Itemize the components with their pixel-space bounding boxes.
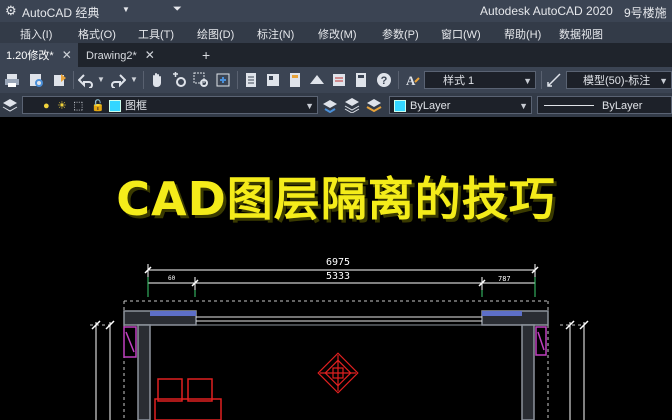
menu-modify[interactable]: 修改(M): [318, 26, 357, 42]
menu-window[interactable]: 窗口(W): [441, 26, 481, 42]
text-style-icon[interactable]: A: [404, 72, 420, 88]
dimension-style-select[interactable]: 模型(50)-标注 ▼: [566, 71, 672, 89]
zoom-window-icon[interactable]: [193, 72, 209, 88]
tool-palettes-icon[interactable]: [287, 72, 303, 88]
dimension-right-text: 787: [498, 275, 511, 283]
chevron-down-icon: ▼: [523, 76, 532, 86]
tab-1-20-modified[interactable]: 1.20修改* ✕: [0, 43, 78, 67]
title-bar: ⚙ AutoCAD 经典 ▼ ⏷ Autodesk AutoCAD 2020 9…: [0, 0, 672, 22]
close-icon[interactable]: ✕: [145, 48, 155, 62]
sun-icon: ☀: [57, 100, 67, 112]
menu-format[interactable]: 格式(O): [78, 26, 116, 42]
walls: [123, 310, 549, 420]
ceiling-ornament: [317, 352, 359, 394]
dimension-overall-text: 6975: [326, 257, 351, 268]
columns: [123, 326, 547, 358]
window-lines: [150, 316, 522, 326]
dimension-inner-text: 5333: [326, 271, 351, 282]
tab-label: 1.20修改*: [6, 50, 54, 62]
dimension-style-icon[interactable]: [546, 72, 562, 88]
new-tab-button[interactable]: +: [196, 43, 216, 67]
chevron-down-icon[interactable]: ▼: [97, 75, 105, 84]
menu-draw[interactable]: 绘图(D): [197, 26, 234, 42]
chevron-down-icon[interactable]: ▼: [130, 75, 138, 84]
linetype-select[interactable]: ByLayer: [537, 96, 672, 114]
chevron-down-icon: ▼: [659, 76, 668, 86]
chevron-down-icon: ▼: [519, 101, 528, 111]
menu-tools[interactable]: 工具(T): [138, 26, 174, 42]
layer-previous-icon[interactable]: [344, 97, 360, 113]
quick-access-dropdown-icon[interactable]: ⏷: [173, 3, 182, 16]
color-select[interactable]: ByLayer ▼: [389, 96, 532, 114]
dimension-left-text: 60: [168, 275, 176, 282]
drawing-canvas[interactable]: CAD图层隔离的技巧 6975 5333 60 787: [0, 117, 672, 420]
lightbulb-icon: ●: [43, 100, 50, 112]
file-title: 9号楼施: [624, 6, 667, 20]
plot-preview-icon[interactable]: [28, 72, 44, 88]
color-value: ByLayer: [410, 100, 451, 112]
pan-hand-icon[interactable]: [149, 72, 165, 88]
toolbar-separator: [398, 71, 399, 89]
tab-drawing2[interactable]: Drawing2* ✕: [80, 43, 161, 67]
tab-label: Drawing2*: [86, 50, 137, 62]
help-icon[interactable]: ?: [376, 72, 392, 88]
properties-icon[interactable]: [243, 72, 259, 88]
make-current-layer-icon[interactable]: [322, 97, 338, 113]
zoom-realtime-icon[interactable]: [171, 72, 187, 88]
menu-help[interactable]: 帮助(H): [504, 26, 541, 42]
print-icon[interactable]: [4, 72, 20, 88]
publish-icon[interactable]: [52, 72, 68, 88]
color-swatch: [394, 100, 406, 112]
menu-bar: 插入(I) 格式(O) 工具(T) 绘图(D) 标注(N) 修改(M) 参数(P…: [0, 22, 672, 43]
text-style-select[interactable]: 样式 1 ▼: [424, 71, 536, 89]
linetype-value: ByLayer: [602, 100, 643, 112]
layers-toolbar: ● ☀ ⬚ 🔓 图框 ▼ ByLayer ▼ ByLayer: [0, 93, 672, 117]
close-icon[interactable]: ✕: [62, 48, 72, 62]
svg-text:A: A: [406, 73, 416, 88]
unlock-icon: 🔓: [91, 100, 105, 112]
standard-toolbar: ▼ ▼ ? A 样式 1 ▼ 模型(50)-标注 ▼: [0, 67, 672, 93]
text-style-value: 样式 1: [443, 75, 475, 87]
floor-plan-drawing: [90, 264, 589, 420]
linetype-sample: [544, 105, 594, 106]
menu-dimension[interactable]: 标注(N): [257, 26, 294, 42]
sheet-set-icon[interactable]: [309, 72, 325, 88]
zoom-previous-icon[interactable]: [215, 72, 231, 88]
markup-set-icon[interactable]: [331, 72, 347, 88]
menu-insert[interactable]: 插入(I): [20, 26, 52, 42]
layer-state-icon[interactable]: [366, 97, 382, 113]
layer-name: 图框: [125, 100, 147, 112]
toolbar-separator: [541, 71, 542, 89]
design-center-icon[interactable]: [265, 72, 281, 88]
undo-icon[interactable]: [78, 72, 94, 88]
redo-icon[interactable]: [110, 72, 126, 88]
document-tab-bar: 1.20修改* ✕ Drawing2* ✕ +: [0, 43, 672, 67]
wall-infill: [150, 311, 522, 316]
furniture-red: [154, 378, 222, 420]
menu-parametric[interactable]: 参数(P): [382, 26, 419, 42]
svg-text:?: ?: [381, 75, 388, 87]
menu-data-view[interactable]: 数据视图: [559, 26, 603, 42]
side-dimensions: [91, 320, 589, 420]
app-title: Autodesk AutoCAD 2020: [480, 4, 613, 18]
viewport-freeze-icon: ⬚: [73, 100, 84, 112]
layer-properties-icon[interactable]: [2, 97, 18, 113]
toolbar-separator: [237, 71, 238, 89]
toolbar-separator: [143, 71, 144, 89]
calculator-icon[interactable]: [353, 72, 369, 88]
workspace-switcher[interactable]: AutoCAD 经典: [22, 4, 99, 21]
chevron-down-icon[interactable]: ▼: [122, 5, 130, 14]
gear-icon[interactable]: ⚙: [5, 3, 17, 19]
layer-select[interactable]: ● ☀ ⬚ 🔓 图框 ▼: [22, 96, 318, 114]
toolbar-separator: [73, 71, 74, 89]
layer-color-swatch: [109, 100, 121, 112]
chevron-down-icon: ▼: [305, 101, 314, 111]
dimension-style-value: 模型(50)-标注: [583, 75, 651, 87]
